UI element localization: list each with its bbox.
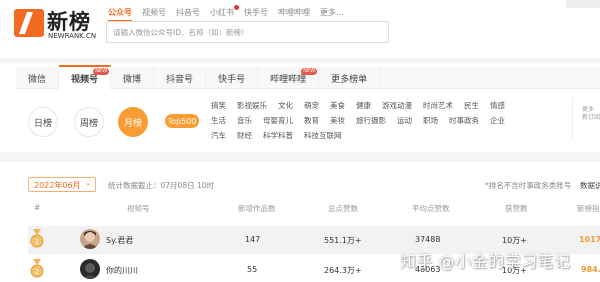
new-works-value: 55 <box>247 265 258 274</box>
tab-more-rankings[interactable]: 更多榜单 <box>319 67 381 89</box>
site-header: 新榜 NEWRANK.CN 公众号 视频号 抖音号 小红书 快手号 哔哩哔哩 更… <box>0 0 600 58</box>
tab-label: 微信 <box>28 74 47 85</box>
total-likes-value: 551.1万+ <box>324 236 362 245</box>
category-item[interactable]: 科技互联网 <box>304 130 342 141</box>
category-item[interactable]: 时尚艺术 <box>423 100 453 111</box>
data-explain-link[interactable]: 数据说 <box>580 180 600 191</box>
tab-douyin[interactable]: 抖音号 <box>154 67 207 89</box>
total-likes-value: 264.3万+ <box>324 266 362 275</box>
platform-tabs: 微信 视频号 NEW 微博 抖音号 快手号 哔哩哔哩 NEW 更多榜单 <box>16 65 600 89</box>
silver-medal-icon: 2 <box>30 259 44 278</box>
logo-subtext: NEWRANK.CN <box>48 32 97 40</box>
category-item[interactable]: 旅行摄影 <box>356 115 386 126</box>
new-badge: NEW <box>301 68 318 75</box>
account-name[interactable]: Sy.君君 <box>106 235 133 246</box>
column-header-newrank-index[interactable]: 新榜指 <box>577 203 600 214</box>
date-select-value: 2022年06月 <box>34 181 81 190</box>
category-item[interactable]: 情感 <box>490 100 505 111</box>
category-item[interactable]: 运动 <box>397 115 412 126</box>
new-works-value: 147 <box>245 235 261 244</box>
vertical-divider <box>572 97 573 141</box>
tab-label: 更多榜单 <box>331 74 368 85</box>
new-badge: NEW <box>93 68 110 75</box>
tab-bilibili[interactable]: 哔哩哔哩 NEW <box>258 67 320 89</box>
stats-cutoff-note: 统计数据截止：07月08日 10时 <box>108 181 215 190</box>
new-dot-icon <box>234 5 239 10</box>
column-header-rank: # <box>34 203 41 212</box>
tab-label: 快手号 <box>218 74 246 85</box>
category-item[interactable]: 影视娱乐 <box>237 100 267 111</box>
period-daily-button[interactable]: 日榜 <box>28 107 58 137</box>
column-header-account: 视频号 <box>127 204 150 213</box>
category-item[interactable]: 汽车 <box>211 130 226 141</box>
column-header-avg-likes[interactable]: 平均点赞数 <box>412 203 450 214</box>
period-monthly-button[interactable]: 月榜 <box>118 107 148 137</box>
avatar[interactable] <box>80 229 100 249</box>
category-row: 汽车 财经 科学科普 科技互联网 <box>211 130 353 141</box>
section-divider <box>0 152 600 162</box>
chevron-down-icon: ⌄ <box>85 179 91 187</box>
category-item[interactable]: 民生 <box>464 100 479 111</box>
top-tab-more[interactable]: 更多... <box>320 7 344 18</box>
category-item[interactable]: 教育 <box>304 115 319 126</box>
table-header: # 视频号 新增作品数 总点赞数 平均点赞数 获赞数 新榜指 <box>0 203 600 219</box>
tab-kuaishou[interactable]: 快手号 <box>206 67 259 89</box>
account-name[interactable]: 你的川川 <box>106 265 138 276</box>
top-tab-gongzhonghao[interactable]: 公众号 <box>108 7 132 22</box>
top-tab-xiaohongshu[interactable]: 小红书 <box>210 5 239 18</box>
more-subscription-link[interactable]: 更多 新订阅 <box>582 106 600 122</box>
category-item[interactable]: 时事政务 <box>449 115 479 126</box>
top500-button[interactable]: Top500 <box>165 114 199 128</box>
tab-label: 微博 <box>123 74 142 85</box>
category-item[interactable]: 音乐 <box>237 115 252 126</box>
tab-weixin[interactable]: 微信 <box>16 67 60 89</box>
top-tab-shipinhao[interactable]: 视频号 <box>142 7 166 18</box>
category-item[interactable]: 萌宠 <box>304 100 319 111</box>
category-item[interactable]: 美妆 <box>330 115 345 126</box>
category-item[interactable]: 文化 <box>278 100 293 111</box>
top-tab-xiaohongshu-label: 小红书 <box>210 8 234 17</box>
top-tab-bilibili[interactable]: 哔哩哔哩 <box>278 7 310 18</box>
period-weekly-button[interactable]: 周榜 <box>74 107 104 137</box>
section-divider <box>0 58 600 63</box>
search-type-tabs: 公众号 视频号 抖音号 小红书 快手号 哔哩哔哩 更多... <box>108 5 344 22</box>
tab-shipinhao[interactable]: 视频号 NEW <box>59 65 112 89</box>
category-item[interactable]: 母婴育儿 <box>263 115 293 126</box>
category-row: 搞笑 影视娱乐 文化 萌宠 美食 健康 游戏动漫 时尚艺术 民生 情感 <box>211 100 516 111</box>
category-item[interactable]: 搞笑 <box>211 100 226 111</box>
tab-label: 抖音号 <box>166 74 194 85</box>
category-item[interactable]: 企业 <box>490 115 505 126</box>
category-item[interactable]: 健康 <box>356 100 371 111</box>
svg-text:1: 1 <box>35 238 39 246</box>
corner-button[interactable] <box>566 0 600 8</box>
column-header-received-likes[interactable]: 获赞数 <box>505 203 528 214</box>
svg-text:2: 2 <box>35 268 39 276</box>
received-likes-value: 10万+ <box>502 236 527 245</box>
top-tab-kuaishou[interactable]: 快手号 <box>244 7 268 18</box>
column-header-new-works[interactable]: 新增作品数 <box>238 203 276 214</box>
category-item[interactable]: 职场 <box>423 115 438 126</box>
avg-likes-value: 37488 <box>415 235 441 244</box>
category-item[interactable]: 生活 <box>211 115 226 126</box>
avatar[interactable] <box>80 259 100 279</box>
exclusion-note: *排名不含时事政务类账号 <box>485 181 572 190</box>
category-row: 生活 音乐 母婴育儿 教育 美妆 旅行摄影 运动 职场 时事政务 企业 <box>211 115 516 126</box>
category-item[interactable]: 美食 <box>330 100 345 111</box>
top-tab-douyin[interactable]: 抖音号 <box>176 7 200 18</box>
gold-medal-icon: 1 <box>30 229 44 248</box>
search-input[interactable]: 请输入微信公众号ID、名称（如：新榜） <box>106 21 389 43</box>
column-header-total-likes[interactable]: 总点赞数 <box>328 203 358 214</box>
logo-mark-icon <box>14 9 44 37</box>
newrank-index-value: 1017. <box>579 235 600 244</box>
newrank-index-value: 984.1 <box>581 265 600 274</box>
date-select[interactable]: 2022年06月 ⌄ <box>28 177 96 192</box>
category-item[interactable]: 科学科普 <box>263 130 293 141</box>
category-item[interactable]: 财经 <box>237 130 252 141</box>
tab-weibo[interactable]: 微博 <box>111 67 155 89</box>
category-item[interactable]: 游戏动漫 <box>382 100 412 111</box>
newrank-logo[interactable]: 新榜 NEWRANK.CN <box>14 9 97 40</box>
zhihu-watermark: 知乎 @小金的学习笔记 <box>400 252 571 271</box>
